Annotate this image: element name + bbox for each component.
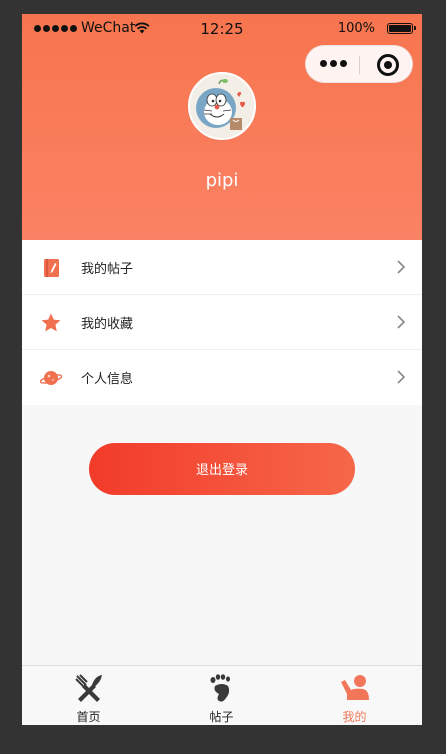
menu-item-personal-info[interactable]: 个人信息	[22, 350, 422, 405]
avatar[interactable]	[188, 72, 256, 140]
utensils-icon	[74, 674, 102, 702]
doraemon-avatar-icon	[190, 74, 254, 138]
tab-bar: 首页 帖子 我的	[22, 665, 422, 725]
tab-home[interactable]: 首页	[22, 666, 155, 725]
menu-label: 我的帖子	[81, 262, 134, 277]
tab-posts[interactable]: 帖子	[155, 666, 288, 725]
profile-header: WeChat 12:25 100% pipi	[22, 14, 422, 240]
tab-label: 帖子	[209, 710, 234, 724]
battery-icon	[387, 23, 416, 34]
chevron-right-icon	[397, 260, 406, 274]
menu-label: 个人信息	[81, 372, 134, 387]
username: pipi	[205, 170, 239, 191]
profile-menu: 我的帖子 我的收藏 个人信息	[22, 240, 422, 405]
menu-item-my-posts[interactable]: 我的帖子	[22, 240, 422, 295]
tab-mine[interactable]: 我的	[288, 666, 421, 725]
person-icon	[340, 675, 369, 700]
more-icon[interactable]	[320, 60, 347, 67]
miniprogram-capsule	[305, 45, 413, 83]
chevron-right-icon	[397, 370, 406, 384]
footprint-icon	[210, 674, 230, 702]
star-icon	[41, 313, 61, 332]
menu-item-my-favorites[interactable]: 我的收藏	[22, 295, 422, 350]
tab-label: 我的	[342, 710, 367, 724]
planet-icon	[40, 371, 62, 385]
notebook-icon	[44, 259, 59, 277]
menu-label: 我的收藏	[81, 317, 134, 332]
phone-screen: WeChat 12:25 100% pipi 我的帖子 我的收藏 个人信息 退出…	[22, 14, 422, 725]
tab-label: 首页	[76, 710, 101, 724]
status-bar: WeChat 12:25 100%	[22, 14, 422, 46]
chevron-right-icon	[397, 315, 406, 329]
battery-percent: 100%	[337, 21, 375, 36]
close-miniprogram-icon[interactable]	[377, 54, 399, 76]
capsule-divider	[359, 56, 360, 74]
logout-button[interactable]: 退出登录	[89, 443, 355, 495]
